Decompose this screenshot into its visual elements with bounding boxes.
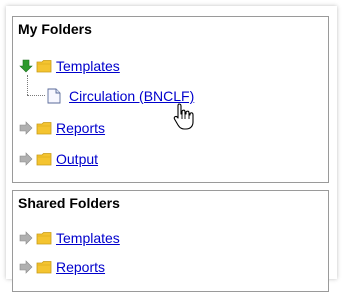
expand-arrow-right-icon[interactable] [19,121,33,135]
tree-item-reports[interactable]: Reports [19,119,105,137]
tree-item-label[interactable]: Templates [56,230,120,246]
tree-item-label[interactable]: Templates [56,58,120,74]
document-icon [47,88,61,104]
folder-icon [36,122,52,135]
folder-icon [36,153,52,166]
shared-folders-title: Shared Folders [18,195,120,211]
folder-icon [36,60,52,73]
folder-icon [36,232,52,245]
tree-item-shared-reports[interactable]: Reports [19,258,105,276]
my-folders-title: My Folders [18,21,92,37]
tree-item-label[interactable]: Reports [56,120,105,136]
hand-pointer-cursor-icon [173,103,194,130]
tree-connector-horizontal [27,95,45,96]
tree-item-label[interactable]: Reports [56,259,105,275]
tree-item-label[interactable]: Output [56,151,98,167]
expand-arrow-right-icon[interactable] [19,260,33,274]
expand-arrow-right-icon[interactable] [19,152,33,166]
tree-item-templates[interactable]: Templates [19,57,120,75]
tree-connector-vertical [27,75,28,95]
expand-arrow-right-icon[interactable] [19,231,33,245]
tree-item-output[interactable]: Output [19,150,98,168]
tree-item-shared-templates[interactable]: Templates [19,229,120,247]
folder-icon [36,261,52,274]
shared-folders-panel: Shared Folders Templates Reports [12,190,329,292]
my-folders-panel: My Folders Templates Circulation (BNCLF)… [12,16,329,183]
expand-arrow-down-icon[interactable] [19,59,33,73]
